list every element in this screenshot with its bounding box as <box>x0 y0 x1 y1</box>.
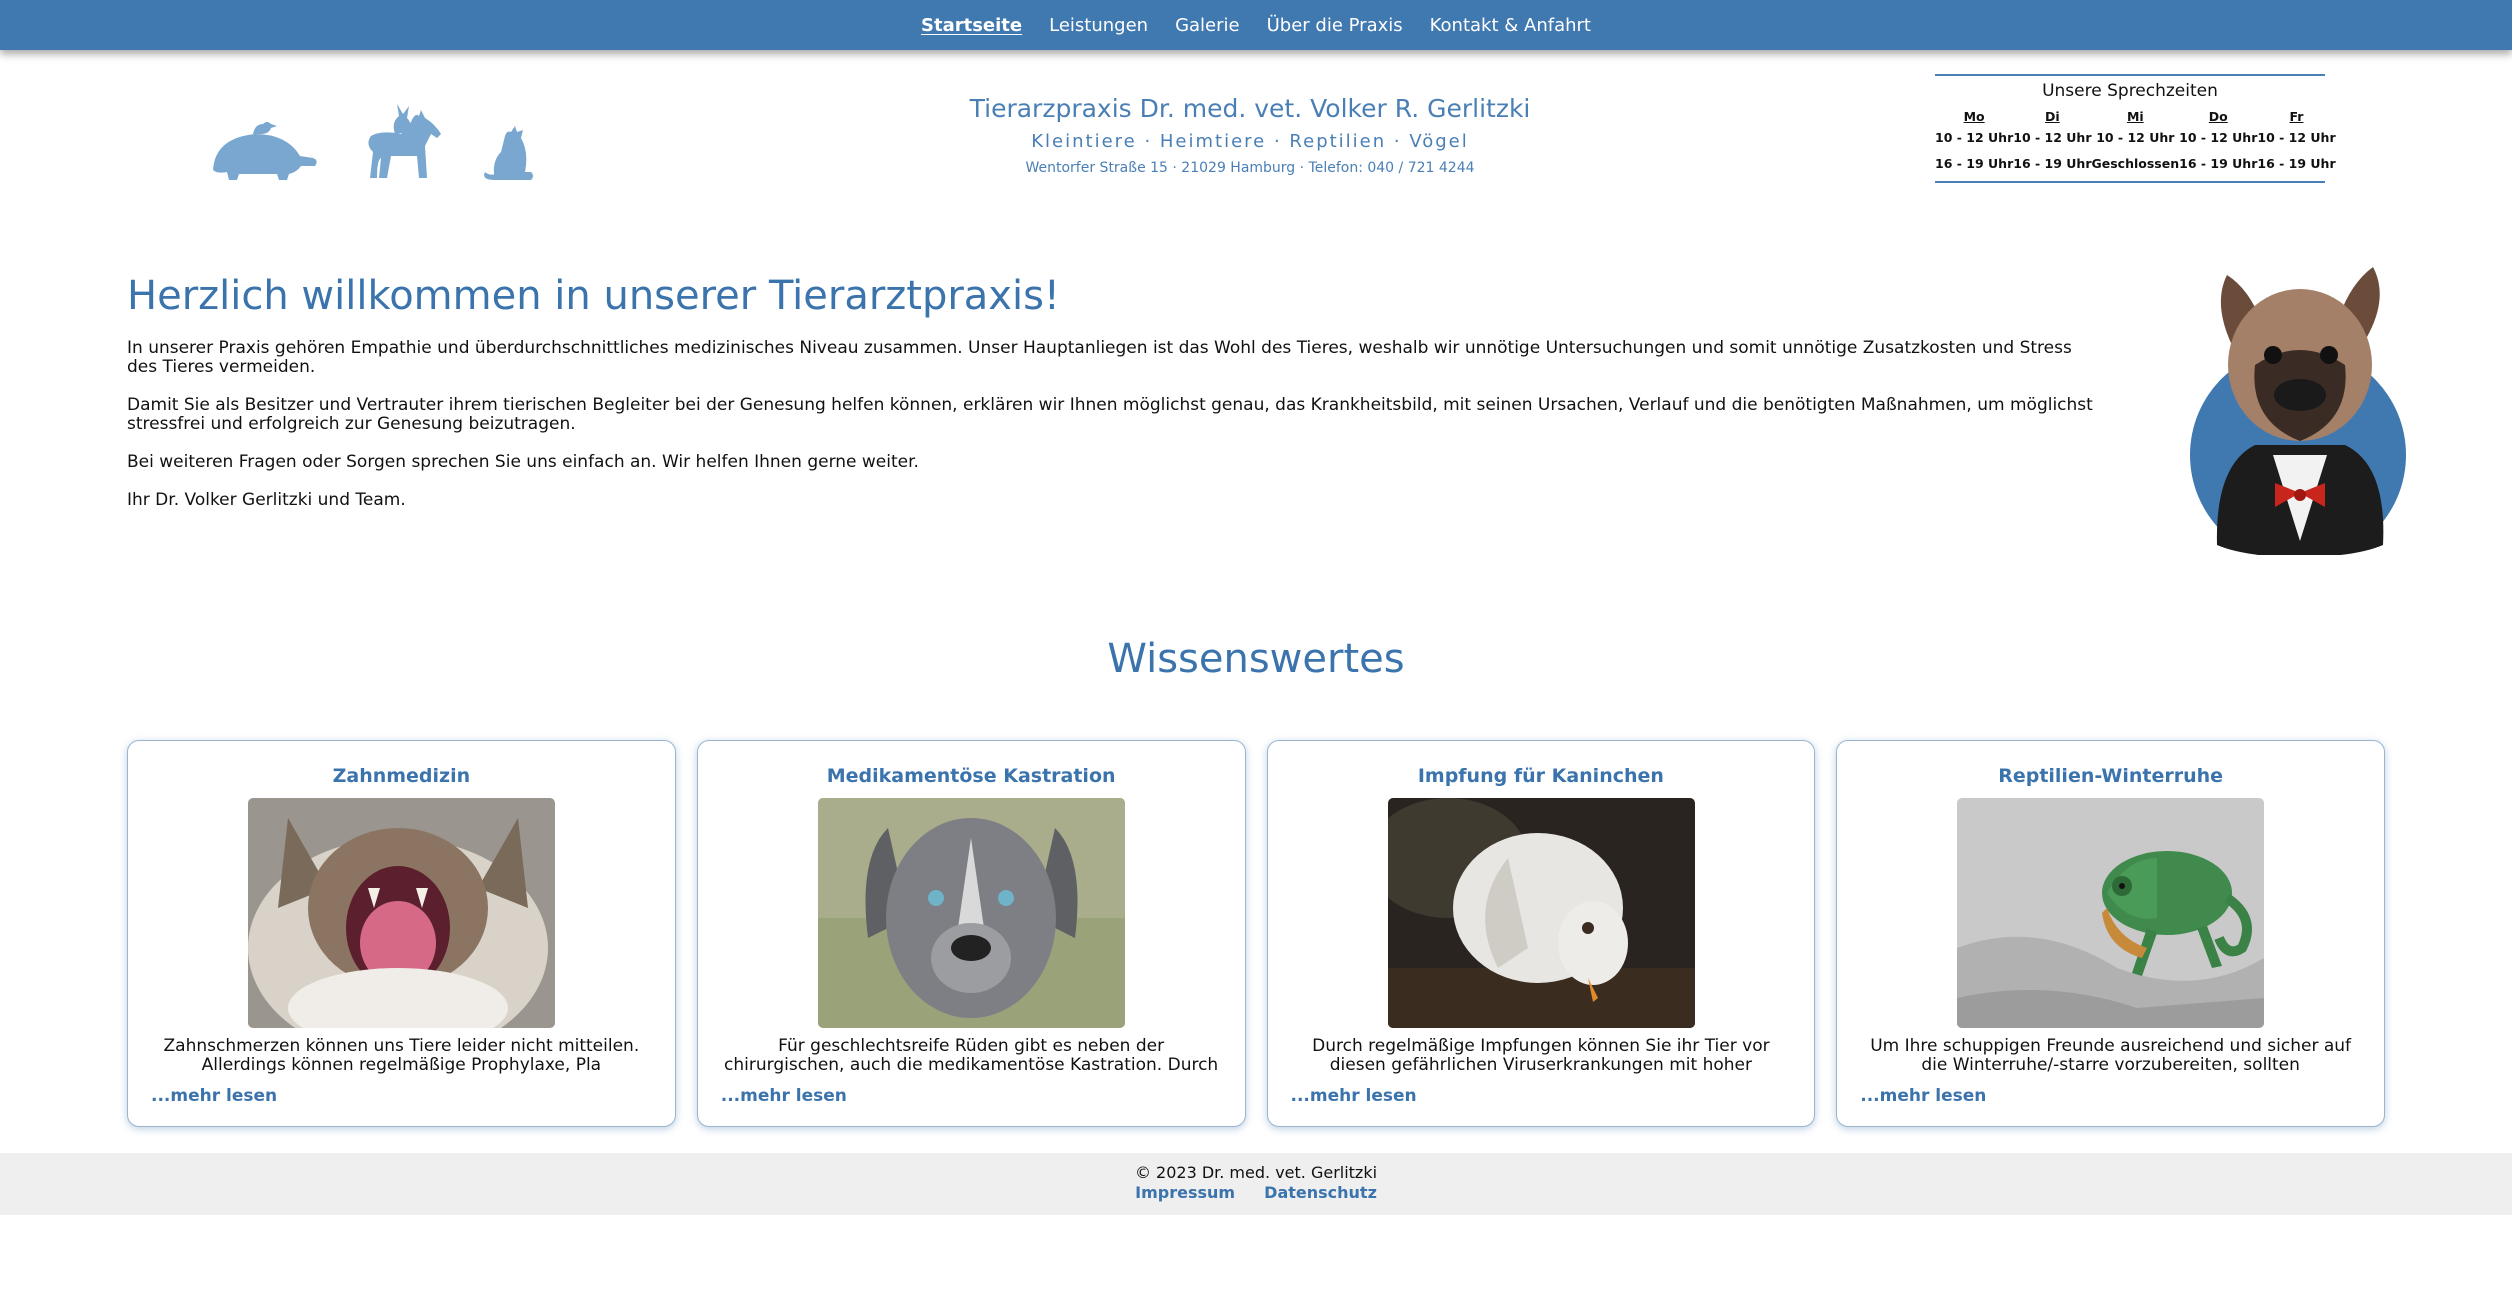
welcome-paragraph: Damit Sie als Besitzer und Vertrauter ih… <box>127 395 2093 434</box>
welcome-section: Herzlich willkommen in unserer Tierarztp… <box>127 273 2102 529</box>
afternoon-hours-cell: 16 - 19 Uhr <box>2013 156 2092 171</box>
card-title: Impfung für Kaninchen <box>1417 765 1664 787</box>
impressum-link[interactable]: Impressum <box>1135 1183 1235 1202</box>
main-navigation: Startseite Leistungen Galerie Über die P… <box>0 0 2512 50</box>
nav-link-leistungen[interactable]: Leistungen <box>1049 15 1148 36</box>
day-header: Do <box>2208 109 2228 124</box>
morning-hours-cell: 10 - 12 Uhr <box>2257 130 2336 145</box>
page-footer: © 2023 Dr. med. vet. Gerlitzki Impressum… <box>0 1153 2512 1215</box>
cat-icon <box>484 126 533 180</box>
morning-hours-cell: 10 - 12 Uhr <box>2179 130 2258 145</box>
opening-hours-title: Unsere Sprechzeiten <box>2042 81 2218 101</box>
nav-link-startseite[interactable]: Startseite <box>921 15 1022 36</box>
bulldog-image <box>2190 267 2406 555</box>
knowledge-cards: Zahnmedizin Zahnschmerzen können uns Tie… <box>127 740 2385 1127</box>
knowledge-card-medikamentoese-kastration: Medikamentöse Kastration Für geschlechts… <box>696 740 1246 1127</box>
opening-hours: Unsere Sprechzeiten Mo Di Mi Do Fr 10 - … <box>1935 74 2336 183</box>
read-more-link[interactable]: ...mehr lesen <box>1291 1086 1417 1106</box>
day-header: Fr <box>2289 109 2304 124</box>
card-title: Zahnmedizin <box>332 765 471 787</box>
horse-with-rabbit-icon <box>368 104 441 178</box>
knowledge-card-reptilien-winterruhe: Reptilien-Winterruhe Um Ihre schuppigen … <box>1836 740 2385 1127</box>
copyright-text: © 2023 Dr. med. vet. Gerlitzki <box>1134 1163 1378 1182</box>
day-header: Mo <box>1963 109 1985 124</box>
knowledge-card-zahnmedizin: Zahnmedizin Zahnschmerzen können uns Tie… <box>127 740 676 1127</box>
nav-link-kontakt-anfahrt[interactable]: Kontakt & Anfahrt <box>1430 15 1591 36</box>
nav-link-galerie[interactable]: Galerie <box>1175 15 1240 36</box>
nav-link-ueber-die-praxis[interactable]: Über die Praxis <box>1267 15 1403 36</box>
morning-hours-cell: 10 - 12 Uhr <box>2096 130 2175 145</box>
read-more-link[interactable]: ...mehr lesen <box>721 1086 847 1106</box>
welcome-heading: Herzlich willkommen in unserer Tierarztp… <box>127 273 1060 319</box>
afternoon-hours-cell: 16 - 19 Uhr <box>2179 156 2258 171</box>
turtle-with-bird-icon <box>213 122 317 180</box>
morning-hours-cell: 10 - 12 Uhr <box>1935 130 2014 145</box>
card-excerpt: Durch regelmäßige Impfungen können Sie i… <box>1312 1036 1770 1075</box>
opening-hours-table: Mo Di Mi Do Fr 10 - 12 Uhr 10 - 12 Uhr 1… <box>1935 109 2336 178</box>
welcome-paragraph: In unserer Praxis gehören Empathie und ü… <box>127 338 2072 377</box>
card-title: Reptilien-Winterruhe <box>1998 765 2224 787</box>
read-more-link[interactable]: ...mehr lesen <box>1860 1086 1986 1106</box>
practice-name: Tierarzpraxis Dr. med. vet. Volker R. Ge… <box>969 94 1531 123</box>
practice-address: Wentorfer Straße 15 · 21029 Hamburg · Te… <box>1025 160 1475 176</box>
grey-dog-image <box>817 798 1125 1028</box>
rabbit-image <box>1387 798 1695 1028</box>
day-header: Di <box>2045 109 2060 124</box>
afternoon-hours-cell: Geschlossen <box>2091 156 2180 171</box>
card-excerpt: Für geschlechtsreife Rüden gibt es neben… <box>724 1036 1219 1075</box>
afternoon-hours-cell: 16 - 19 Uhr <box>2257 156 2336 171</box>
knowledge-card-impfung-kaninchen: Impfung für Kaninchen Durch regelmäßige … <box>1266 740 1816 1127</box>
chameleon-image <box>1957 798 2265 1028</box>
read-more-link[interactable]: ...mehr lesen <box>151 1086 277 1106</box>
card-title: Medikamentöse Kastration <box>826 765 1116 787</box>
practice-header: Tierarzpraxis Dr. med. vet. Volker R. Ge… <box>900 94 1600 176</box>
footer-links: Impressum Datenschutz <box>0 1183 2512 1202</box>
datenschutz-link[interactable]: Datenschutz <box>1264 1183 1377 1202</box>
card-excerpt: Zahnschmerzen können uns Tiere leider ni… <box>163 1036 640 1075</box>
day-header: Mi <box>2126 109 2144 124</box>
yawning-cat-image <box>248 798 555 1028</box>
welcome-paragraph: Bei weiteren Fragen oder Sorgen sprechen… <box>127 452 919 472</box>
practice-specialties: Kleintiere · Heimtiere · Reptilien · Vög… <box>1031 131 1469 152</box>
animal-silhouettes-logo <box>213 104 533 180</box>
knowledge-section-title: Wissenswertes <box>1107 636 1405 682</box>
card-excerpt: Um Ihre schuppigen Freunde ausreichend u… <box>1870 1036 2352 1075</box>
welcome-signature: Ihr Dr. Volker Gerlitzki und Team. <box>127 490 406 510</box>
morning-hours-cell: 10 - 12 Uhr <box>2013 130 2092 145</box>
afternoon-hours-cell: 16 - 19 Uhr <box>1935 156 2014 171</box>
